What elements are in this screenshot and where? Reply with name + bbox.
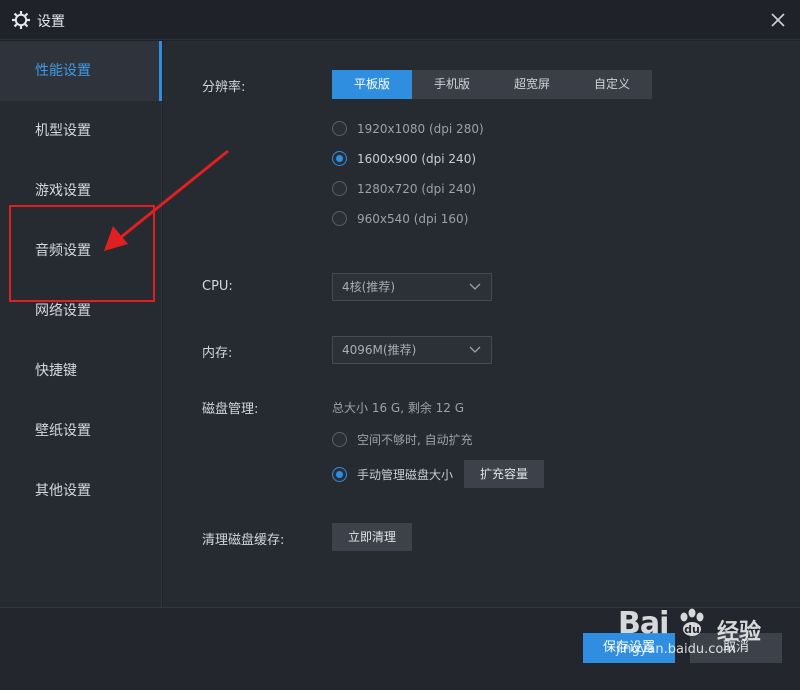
radio-circle [332,432,347,447]
sidebar-item-device-model[interactable]: 机型设置 [0,101,162,161]
sidebar-item-label: 快捷键 [35,363,77,379]
radio-circle [332,151,347,166]
sidebar-item-network[interactable]: 网络设置 [0,281,162,341]
resolution-option-radio[interactable]: 1920x1080 (dpi 280) [332,121,484,136]
sidebar-item-label: 其他设置 [35,483,91,499]
sidebar-item-shortcuts[interactable]: 快捷键 [0,341,162,401]
clear-cache-button[interactable]: 立即清理 [332,523,412,551]
disk-auto-expand-radio[interactable]: 空间不够时, 自动扩充 [332,431,473,448]
resolution-option-label: 1280x720 (dpi 240) [357,181,477,196]
close-icon[interactable] [768,10,788,30]
sidebar-item-label: 游戏设置 [35,183,91,199]
tab-custom[interactable]: 自定义 [572,70,652,99]
radio-circle [332,181,347,196]
sidebar-item-label: 机型设置 [35,123,91,139]
sidebar-item-label: 壁纸设置 [35,423,91,439]
resolution-option-radio[interactable]: 1280x720 (dpi 240) [332,181,476,196]
resolution-option-radio[interactable]: 1600x900 (dpi 240) [332,151,476,166]
tab-ultrawide[interactable]: 超宽屏 [492,70,572,99]
disk-option-label: 空间不够时, 自动扩充 [357,433,473,447]
resolution-option-label: 1920x1080 (dpi 280) [357,121,484,136]
memory-label: 内存: [202,346,233,361]
cpu-select[interactable]: 4核(推荐) [332,273,492,301]
sidebar-item-audio[interactable]: 音频设置 [0,221,162,281]
memory-select-value: 4096M(推荐) [342,343,417,357]
radio-circle [332,211,347,226]
radio-circle [332,467,347,482]
disk-option-label: 手动管理磁盘大小 [357,468,454,482]
cache-label: 清理磁盘缓存: [202,533,285,548]
sidebar-item-other[interactable]: 其他设置 [0,461,162,521]
sidebar-item-performance[interactable]: 性能设置 [0,41,162,101]
resolution-option-label: 1600x900 (dpi 240) [357,151,477,166]
sidebar: 性能设置 机型设置 游戏设置 音频设置 网络设置 快捷键 壁纸设置 其他设置 [0,41,162,607]
title-bar: 设置 [0,0,800,40]
resolution-mode-tabs: 平板版 手机版 超宽屏 自定义 [332,70,652,99]
resolution-option-label: 960x540 (dpi 160) [357,211,469,226]
sidebar-item-label: 网络设置 [35,303,91,319]
cancel-button[interactable]: 取消 [690,633,782,663]
chevron-down-icon [469,283,481,290]
resolution-label: 分辨率: [202,80,246,95]
chevron-down-icon [469,346,481,353]
footer [0,607,800,690]
sidebar-item-label: 性能设置 [35,63,91,79]
save-button[interactable]: 保存设置 [583,633,675,663]
sidebar-item-wallpaper[interactable]: 壁纸设置 [0,401,162,461]
disk-manual-radio[interactable]: 手动管理磁盘大小 [332,466,453,483]
radio-circle [332,121,347,136]
window-title: 设置 [37,14,65,30]
expand-capacity-button[interactable]: 扩充容量 [464,460,544,488]
sidebar-item-game[interactable]: 游戏设置 [0,161,162,221]
memory-select[interactable]: 4096M(推荐) [332,336,492,364]
resolution-option-radio[interactable]: 960x540 (dpi 160) [332,211,468,226]
tab-phone[interactable]: 手机版 [412,70,492,99]
gear-icon [12,11,30,29]
cpu-label: CPU: [202,279,233,294]
tab-tablet[interactable]: 平板版 [332,70,412,99]
disk-info: 总大小 16 G, 剩余 12 G [332,401,465,415]
cpu-select-value: 4核(推荐) [342,280,395,294]
disk-label: 磁盘管理: [202,402,259,417]
sidebar-item-label: 音频设置 [35,243,91,259]
